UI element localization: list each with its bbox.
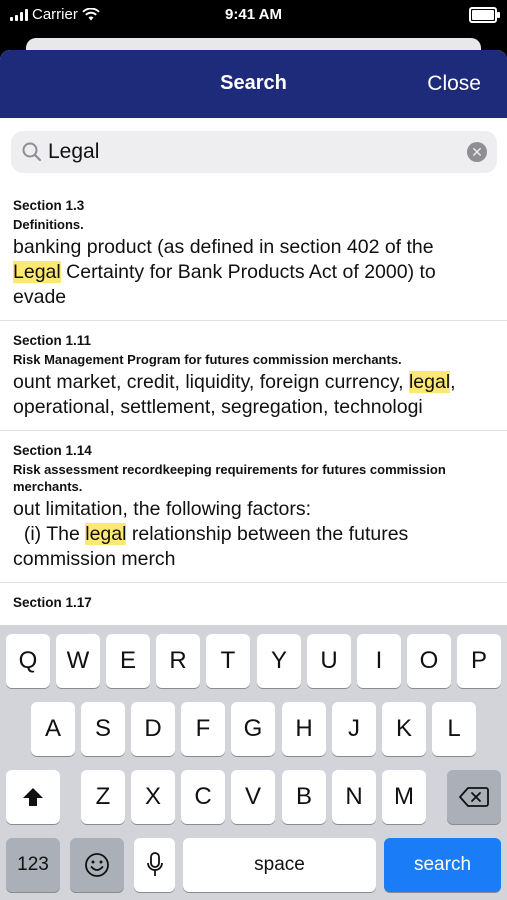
space-key[interactable]: space bbox=[183, 838, 376, 892]
result-heading: Definitions. bbox=[13, 217, 84, 232]
key-l[interactable]: L bbox=[432, 702, 476, 756]
key-d[interactable]: D bbox=[131, 702, 175, 756]
key-u[interactable]: U bbox=[307, 634, 351, 688]
emoji-key[interactable] bbox=[70, 838, 124, 892]
status-time: 9:41 AM bbox=[225, 6, 282, 23]
key-b[interactable]: B bbox=[282, 770, 326, 824]
result-item[interactable]: Section 1.11 Risk Management Program for… bbox=[0, 321, 507, 431]
key-e[interactable]: E bbox=[106, 634, 150, 688]
key-o[interactable]: O bbox=[407, 634, 451, 688]
close-button[interactable]: Close bbox=[427, 72, 481, 96]
key-y[interactable]: Y bbox=[257, 634, 301, 688]
key-n[interactable]: N bbox=[332, 770, 376, 824]
search-key[interactable]: search bbox=[384, 838, 501, 892]
key-x[interactable]: X bbox=[131, 770, 175, 824]
snippet-text: ount market, credit, liquidity, foreign … bbox=[13, 371, 409, 393]
key-r[interactable]: R bbox=[156, 634, 200, 688]
shift-key[interactable] bbox=[6, 770, 60, 824]
key-t[interactable]: T bbox=[206, 634, 250, 688]
keyboard-row-4: 123 space search bbox=[0, 838, 507, 892]
key-h[interactable]: H bbox=[282, 702, 326, 756]
microphone-icon bbox=[146, 852, 163, 876]
result-item[interactable]: Section 1.3 Definitions. banking product… bbox=[0, 186, 507, 321]
clear-search-icon[interactable]: ✕ bbox=[467, 142, 487, 162]
keyboard-row-1: Q W E R T Y U I O P bbox=[0, 634, 507, 688]
shift-icon bbox=[23, 788, 43, 806]
snippet-text: Certainty for Bank Products Act of 2000)… bbox=[13, 261, 436, 308]
snippet-match: legal bbox=[85, 523, 127, 545]
emoji-icon bbox=[85, 853, 109, 877]
search-input[interactable]: Legal bbox=[48, 140, 99, 164]
key-j[interactable]: J bbox=[332, 702, 376, 756]
results-list: Section 1.3 Definitions. banking product… bbox=[0, 186, 507, 623]
key-s[interactable]: S bbox=[81, 702, 125, 756]
key-m[interactable]: M bbox=[382, 770, 426, 824]
result-snippet: out limitation, the following factors: (… bbox=[13, 497, 494, 572]
key-f[interactable]: F bbox=[181, 702, 225, 756]
keyboard-row-3: Z X C V B N M bbox=[0, 770, 507, 824]
result-snippet: ount market, credit, liquidity, foreign … bbox=[13, 370, 494, 420]
dictation-key[interactable] bbox=[134, 838, 175, 892]
snippet-match: legal bbox=[408, 371, 451, 393]
nav-bar: Search Close bbox=[0, 50, 507, 118]
result-section: Section 1.17 bbox=[13, 595, 92, 610]
key-a[interactable]: A bbox=[31, 702, 75, 756]
key-v[interactable]: V bbox=[231, 770, 275, 824]
key-q[interactable]: Q bbox=[6, 634, 50, 688]
keyboard: Q W E R T Y U I O P A S D F G H J K L Z … bbox=[0, 625, 507, 900]
result-heading: Risk Management Program for futures comm… bbox=[13, 352, 402, 367]
snippet-text: banking product (as defined in section 4… bbox=[13, 236, 434, 258]
search-icon bbox=[22, 142, 42, 162]
key-p[interactable]: P bbox=[457, 634, 501, 688]
result-heading: Risk assessment recordkeeping requiremen… bbox=[13, 462, 446, 494]
battery-icon bbox=[469, 7, 500, 23]
result-item[interactable]: Section 1.17 bbox=[0, 583, 507, 623]
search-bar[interactable]: Legal ✕ bbox=[11, 131, 497, 173]
key-c[interactable]: C bbox=[181, 770, 225, 824]
status-bar: Carrier 9:41 AM bbox=[0, 0, 507, 30]
delete-icon bbox=[459, 787, 489, 807]
numbers-key[interactable]: 123 bbox=[6, 838, 60, 892]
result-section: Section 1.3 bbox=[13, 198, 85, 213]
delete-key[interactable] bbox=[447, 770, 501, 824]
key-i[interactable]: I bbox=[357, 634, 401, 688]
result-section: Section 1.11 bbox=[13, 333, 92, 348]
snippet-match: Legal bbox=[13, 261, 61, 283]
key-w[interactable]: W bbox=[56, 634, 100, 688]
result-snippet: banking product (as defined in section 4… bbox=[13, 235, 494, 310]
key-z[interactable]: Z bbox=[81, 770, 125, 824]
result-item[interactable]: Section 1.14 Risk assessment recordkeepi… bbox=[0, 431, 507, 583]
keyboard-row-2: A S D F G H J K L bbox=[0, 702, 507, 756]
result-section: Section 1.14 bbox=[13, 443, 92, 458]
key-k[interactable]: K bbox=[382, 702, 426, 756]
key-g[interactable]: G bbox=[231, 702, 275, 756]
